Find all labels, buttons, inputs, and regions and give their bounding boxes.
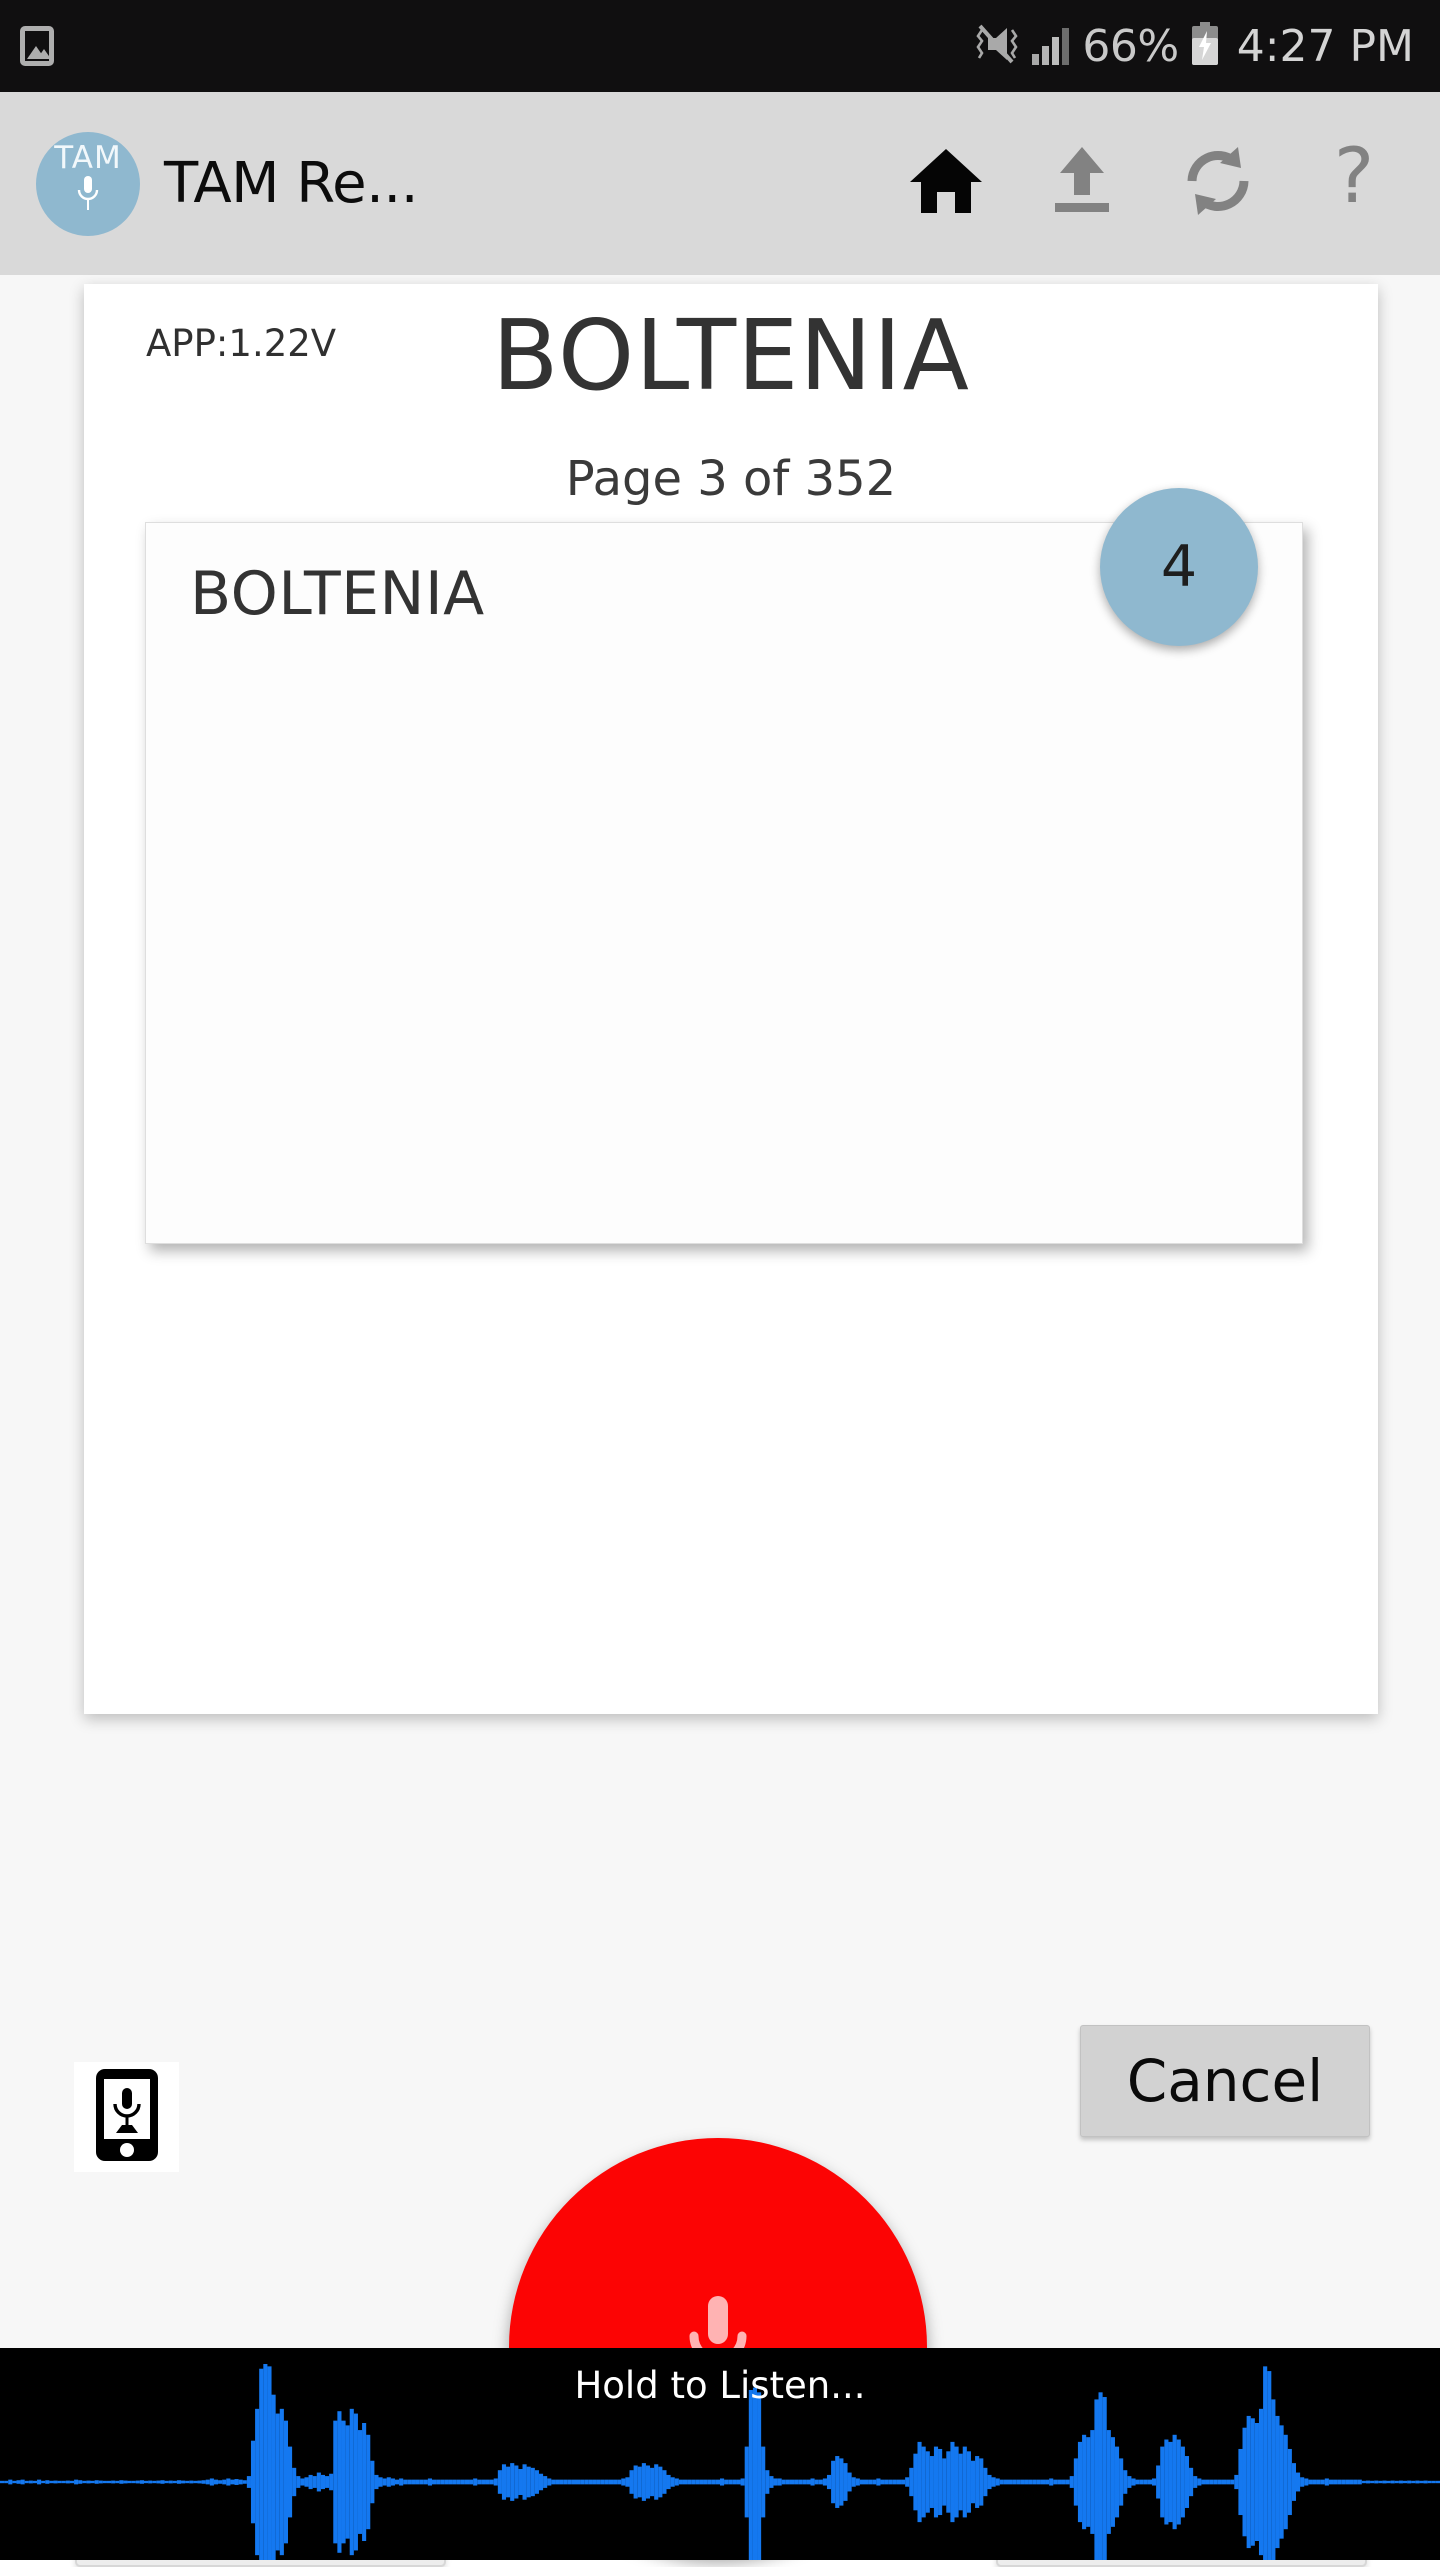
sync-button[interactable] [1150, 114, 1286, 254]
app-bar-actions: ? [878, 114, 1422, 254]
upload-button[interactable] [1014, 114, 1150, 254]
vibrate-mute-icon [972, 22, 1019, 71]
home-icon [909, 146, 983, 221]
hold-to-listen-label: Hold to Listen... [574, 2364, 866, 2407]
battery-percent-label: 66% [1082, 20, 1179, 72]
app-title: TAM Re... [164, 151, 419, 216]
microphone-icon [75, 175, 101, 218]
signal-bars-icon [1030, 26, 1070, 66]
status-bar-notifications [20, 26, 54, 66]
transcript-panel[interactable]: BOLTENIA [145, 522, 1303, 1244]
app-logo-text: TAM [54, 140, 122, 176]
question-mark-icon: ? [1327, 131, 1381, 225]
svg-text:?: ? [1334, 142, 1374, 220]
status-bar-system: 66% 4:27 PM [972, 21, 1414, 72]
home-button[interactable] [878, 114, 1014, 254]
audio-waveform-panel[interactable]: Hold to Listen... [0, 2348, 1440, 2560]
refresh-sync-icon [1181, 144, 1255, 223]
image-icon [20, 26, 54, 66]
upload-icon [1049, 145, 1115, 222]
page-title: BOLTENIA [492, 299, 970, 412]
status-badge[interactable]: 4 [1100, 488, 1258, 646]
phone-microphone-icon [90, 2067, 164, 2168]
battery-charging-icon [1191, 21, 1219, 71]
clock-label: 4:27 PM [1236, 20, 1414, 72]
phone-microphone-button[interactable] [74, 2062, 179, 2172]
page-body: APP:1.22V BOLTENIA Page 3 of 352 BOLTENI… [0, 275, 1440, 2567]
cancel-button[interactable]: Cancel [1080, 2025, 1370, 2137]
status-bar: 66% 4:27 PM [0, 0, 1440, 92]
app-bar: TAM TAM Re... ? [0, 92, 1440, 275]
app-logo: TAM [36, 131, 140, 236]
help-button[interactable]: ? [1286, 114, 1422, 254]
